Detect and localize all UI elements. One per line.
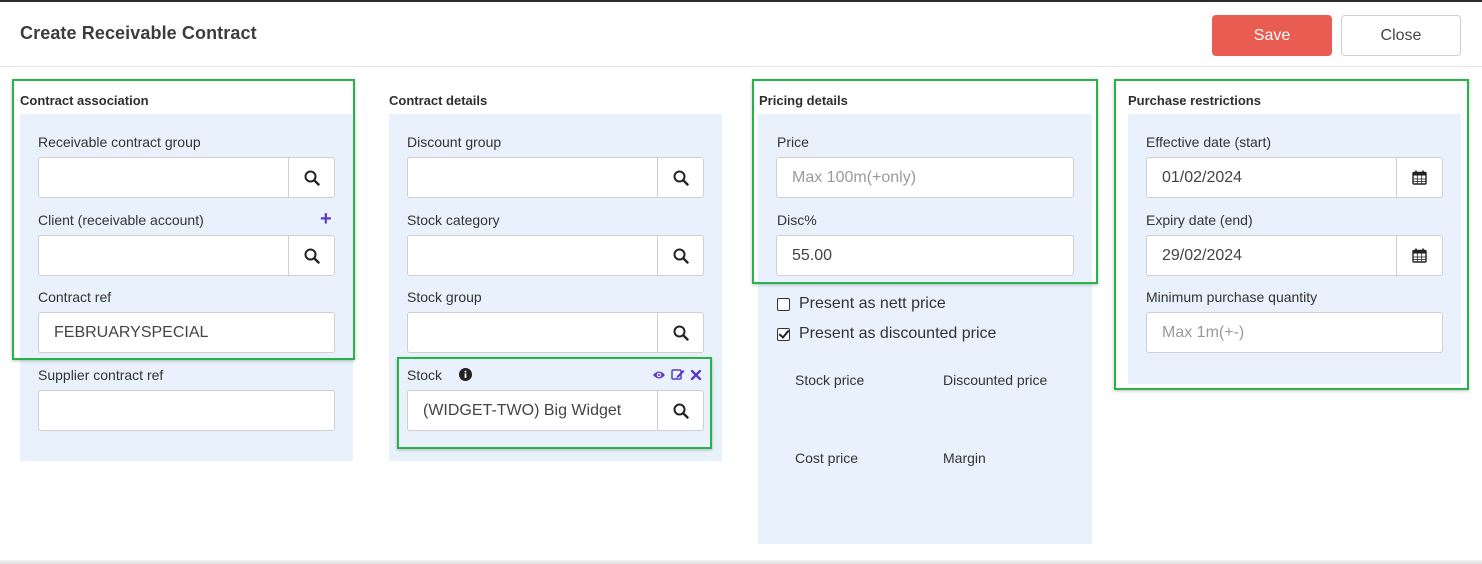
start-date-label: Effective date (start) <box>1146 134 1272 150</box>
page-title: Create Receivable Contract <box>20 23 257 43</box>
section-title-restrictions: Purchase restrictions <box>1128 93 1261 108</box>
stock-group-input[interactable] <box>407 312 658 353</box>
stock-group-field <box>407 312 704 353</box>
receivable-group-input[interactable] <box>38 157 289 198</box>
eye-icon[interactable] <box>652 370 666 380</box>
client-label: Client (receivable account) <box>38 212 204 228</box>
supplier-ref-input[interactable] <box>38 390 335 431</box>
receivable-group-label: Receivable contract group <box>38 134 201 150</box>
end-date-input[interactable]: 29/02/2024 <box>1146 235 1397 276</box>
price-placeholder: Max 100m(+only) <box>792 168 917 186</box>
add-client-icon[interactable]: + <box>320 209 332 229</box>
stock-search-button[interactable] <box>658 390 704 431</box>
discounted-price-checkbox[interactable] <box>777 327 790 341</box>
section-title-association: Contract association <box>20 93 149 108</box>
stock-group-search-button[interactable] <box>658 312 704 353</box>
edit-icon[interactable] <box>671 368 685 381</box>
disc-input[interactable]: 55.00 <box>776 235 1074 276</box>
nett-price-checkbox[interactable] <box>777 297 790 311</box>
info-icon <box>459 368 472 381</box>
search-icon <box>673 170 689 186</box>
contract-ref-input[interactable]: FEBRUARYSPECIAL <box>38 312 335 353</box>
end-date-picker-button[interactable] <box>1397 235 1443 276</box>
save-button[interactable]: Save <box>1212 15 1332 56</box>
client-field <box>38 235 335 276</box>
stock-category-search-button[interactable] <box>658 235 704 276</box>
discount-group-search-button[interactable] <box>658 157 704 198</box>
end-date-label: Expiry date (end) <box>1146 212 1253 228</box>
calendar-icon <box>1412 170 1427 185</box>
start-date-input[interactable]: 01/02/2024 <box>1146 157 1397 198</box>
close-button[interactable]: Close <box>1341 15 1461 56</box>
receivable-group-field <box>38 157 335 198</box>
stock-price-label: Stock price <box>795 372 865 388</box>
receivable-group-search-button[interactable] <box>289 157 335 198</box>
price-input[interactable]: Max 100m(+only) <box>776 157 1074 198</box>
client-input[interactable] <box>38 235 289 276</box>
discount-group-field <box>407 157 704 198</box>
end-date-field: 29/02/2024 <box>1146 235 1443 276</box>
discount-group-label: Discount group <box>407 134 502 150</box>
bottom-divider <box>0 560 1482 564</box>
stock-label: Stock <box>407 367 443 383</box>
start-date-field: 01/02/2024 <box>1146 157 1443 198</box>
min-qty-input[interactable]: Max 1m(+-) <box>1146 312 1443 353</box>
contract-ref-label: Contract ref <box>38 289 112 305</box>
calendar-icon <box>1412 248 1427 263</box>
discounted-price-label: Present as discounted price <box>799 325 997 342</box>
nett-price-label: Present as nett price <box>799 295 946 312</box>
stock-group-label: Stock group <box>407 289 482 305</box>
cost-price-label: Cost price <box>795 450 859 466</box>
client-search-button[interactable] <box>289 235 335 276</box>
search-icon <box>673 248 689 264</box>
section-title-pricing: Pricing details <box>759 93 848 108</box>
discount-group-input[interactable] <box>407 157 658 198</box>
supplier-ref-label: Supplier contract ref <box>38 367 164 383</box>
price-label: Price <box>777 134 809 150</box>
min-qty-label: Minimum purchase quantity <box>1146 289 1318 305</box>
stock-category-label: Stock category <box>407 212 500 228</box>
discounted-price-checkbox-row[interactable]: Present as discounted price <box>777 325 996 343</box>
search-icon <box>304 248 320 264</box>
stock-category-field <box>407 235 704 276</box>
discounted-price-value-label: Discounted price <box>943 372 1048 388</box>
start-date-picker-button[interactable] <box>1397 157 1443 198</box>
search-icon <box>673 325 689 341</box>
nett-price-checkbox-row[interactable]: Present as nett price <box>777 295 946 313</box>
modal-header: Create Receivable Contract Save Close <box>0 2 1482 67</box>
stock-input[interactable]: (WIDGET-TWO) Big Widget <box>407 390 658 431</box>
margin-label: Margin <box>943 450 986 466</box>
min-qty-placeholder: Max 1m(+-) <box>1162 323 1245 341</box>
stock-field: (WIDGET-TWO) Big Widget <box>407 390 704 431</box>
disc-label: Disc% <box>777 212 817 228</box>
search-icon <box>673 403 689 419</box>
stock-category-input[interactable] <box>407 235 658 276</box>
remove-icon[interactable] <box>691 370 701 380</box>
search-icon <box>304 170 320 186</box>
section-title-details: Contract details <box>389 93 488 108</box>
